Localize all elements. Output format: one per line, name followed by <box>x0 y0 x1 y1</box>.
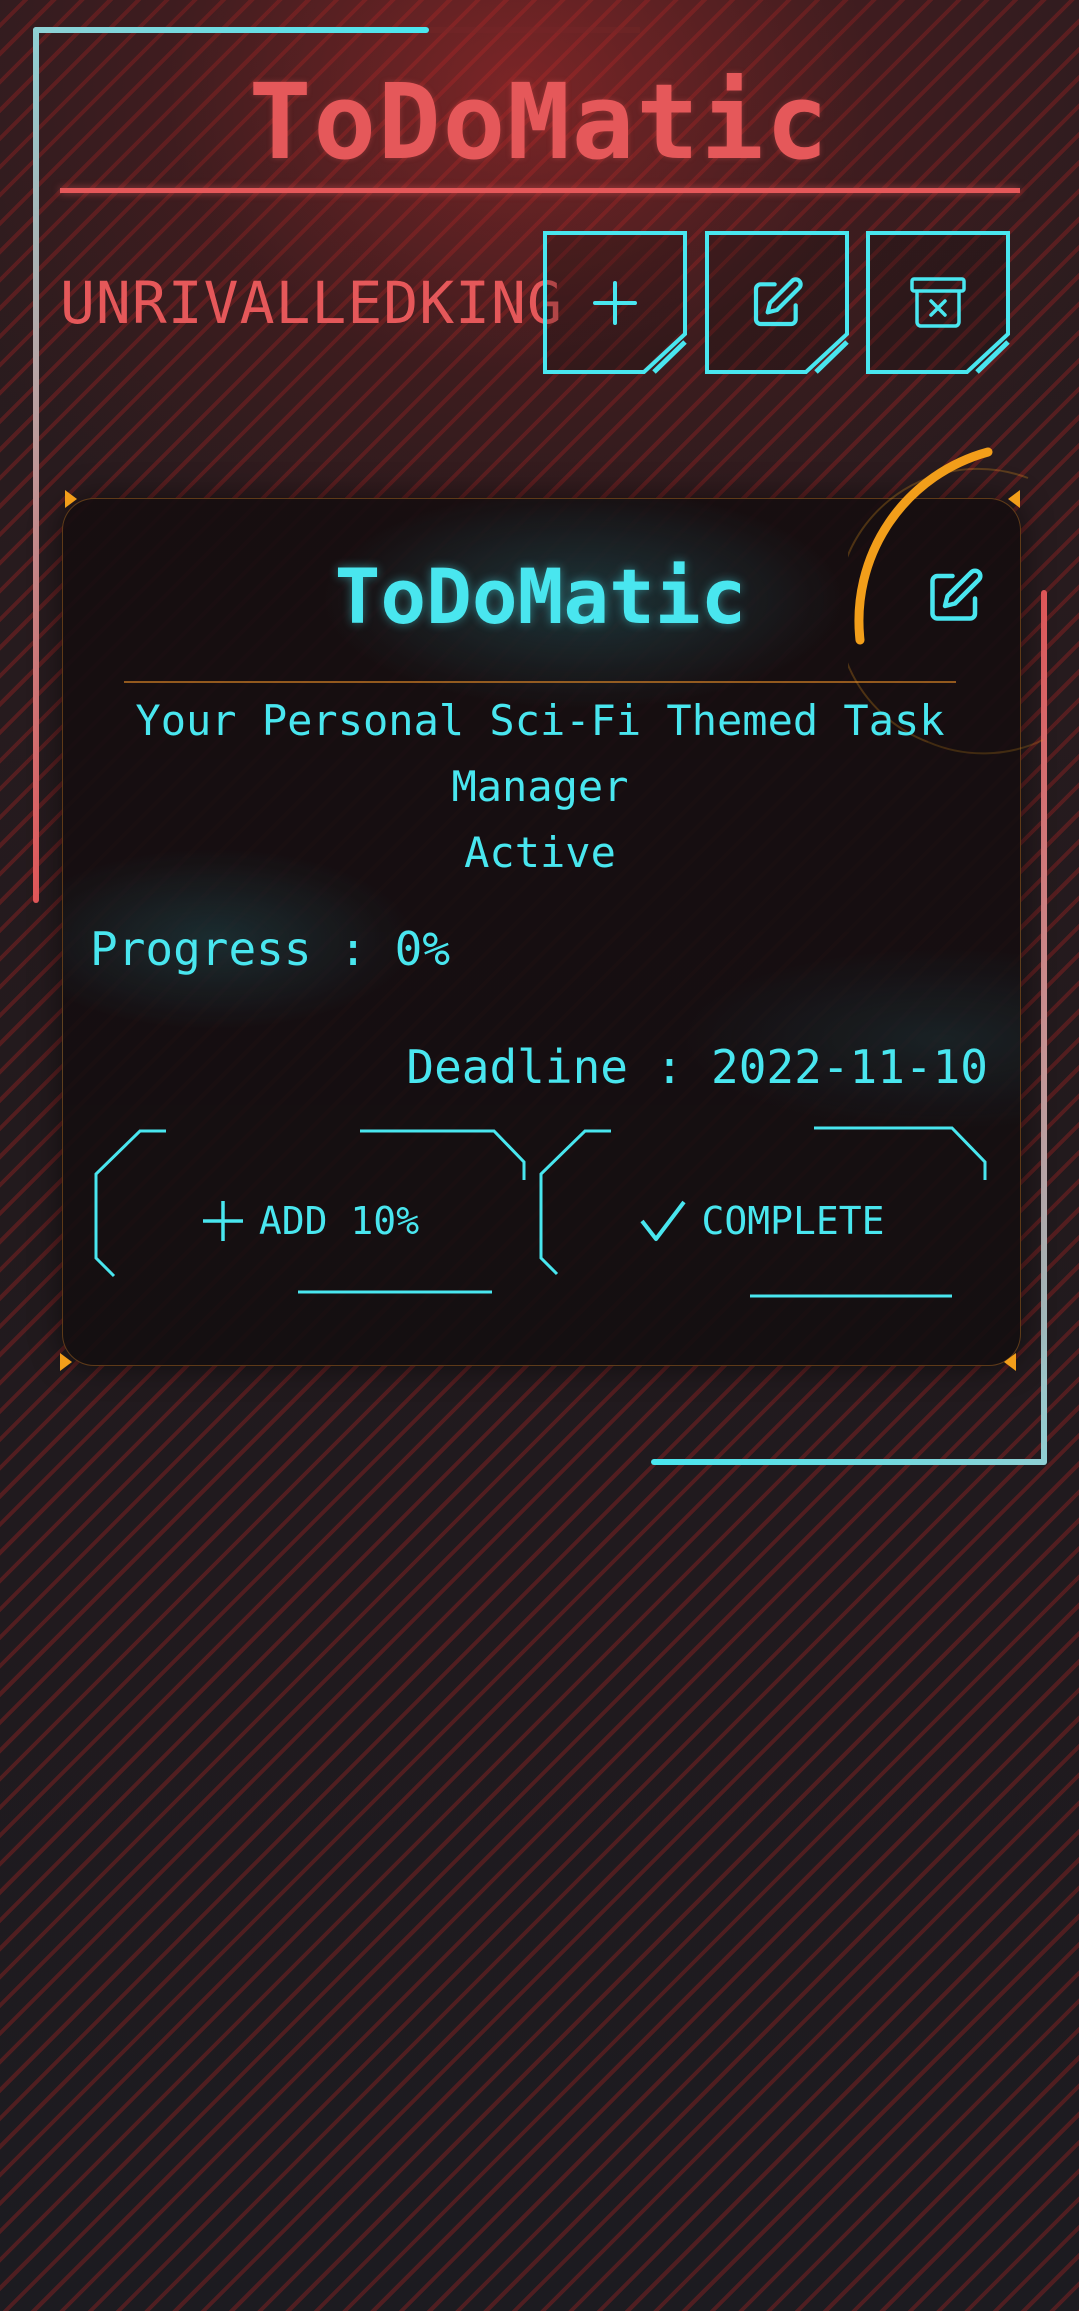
task-description: Your Personal Sci-Fi Themed Task Manager <box>135 696 945 811</box>
task-progress: Progress : 0% <box>90 922 451 976</box>
card-corner-marker <box>60 1353 72 1371</box>
edit-task-button[interactable] <box>704 230 850 375</box>
frame-top-line <box>33 27 429 33</box>
title-divider <box>60 188 1020 193</box>
card-corner-marker <box>1004 1353 1016 1371</box>
add-10-percent-content: ADD 10% <box>92 1196 528 1246</box>
complete-label: COMPLETE <box>701 1199 885 1243</box>
card-divider <box>124 681 956 683</box>
complete-content: COMPLETE <box>537 1196 987 1246</box>
plus-icon <box>593 280 637 325</box>
pencil-square-icon <box>753 276 803 326</box>
app-title: ToDoMatic <box>248 61 831 183</box>
frame-top-fade <box>430 27 640 33</box>
task-status: Active <box>464 828 616 877</box>
add-10-percent-button[interactable]: ADD 10% <box>92 1124 528 1304</box>
task-title: ToDoMatic <box>334 552 747 641</box>
task-deadline: Deadline : 2022-11-10 <box>406 1040 988 1094</box>
complete-button[interactable]: COMPLETE <box>537 1124 987 1304</box>
check-icon <box>640 1200 687 1241</box>
plus-icon <box>202 1201 243 1241</box>
archive-x-icon <box>910 276 966 328</box>
delete-task-button[interactable] <box>865 230 1011 375</box>
frame-bottom-line <box>651 1459 1047 1465</box>
add-10-percent-label: ADD 10% <box>258 1199 420 1243</box>
add-task-button[interactable] <box>542 230 688 375</box>
card-corner-marker <box>65 490 77 508</box>
username-label: UNRIVALLEDKING <box>60 269 563 337</box>
